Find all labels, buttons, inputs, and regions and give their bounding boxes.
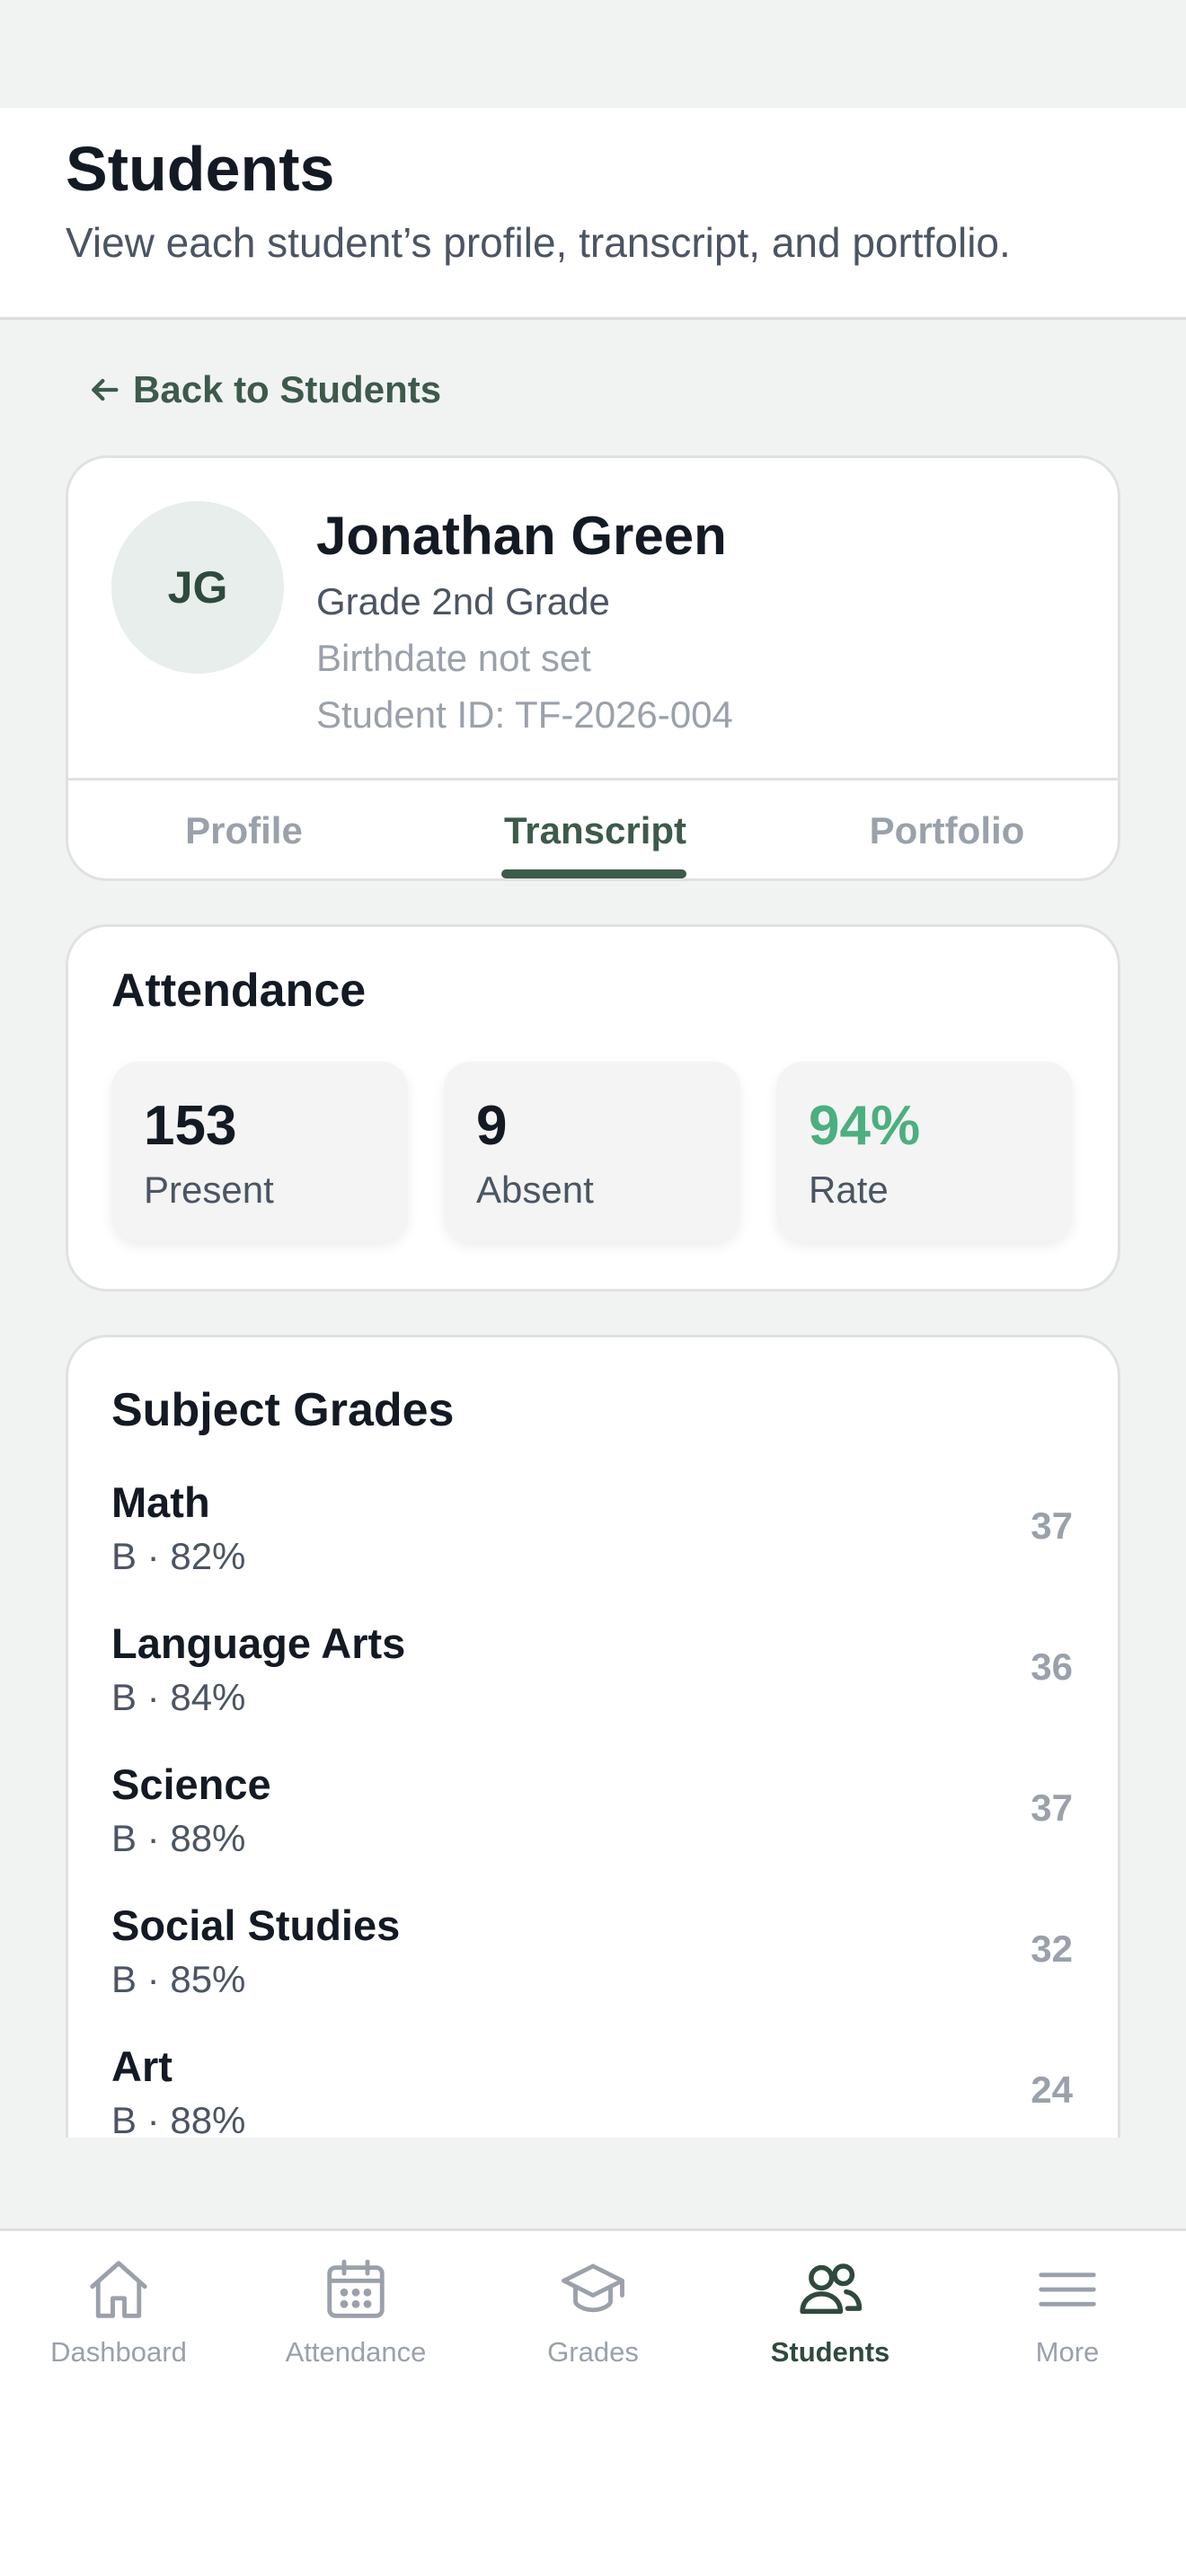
home-icon: [90, 2261, 147, 2318]
stat-value: 9: [476, 1095, 508, 1157]
nav-label: Students: [770, 2336, 890, 2368]
grade-count: 36: [1031, 1645, 1073, 1688]
grade-row[interactable]: Art B · 88% 24: [68, 2040, 1118, 2138]
student-name: Jonathan Green: [316, 506, 727, 566]
stat-absent: 9 Absent: [444, 1062, 740, 1241]
tab-portfolio[interactable]: Portfolio: [771, 781, 1118, 878]
nav-attendance[interactable]: Attendance: [237, 2249, 474, 2384]
nav-label: Attendance: [285, 2336, 427, 2368]
users-icon: [800, 2263, 863, 2315]
grade-detail: B · 85%: [111, 1958, 246, 2000]
stat-value: 94%: [809, 1095, 921, 1157]
grade-detail: B · 82%: [111, 1535, 246, 1577]
active-tab-indicator: [501, 869, 686, 878]
avatar: JG: [111, 501, 284, 674]
grade-row[interactable]: Social Studies B · 85% 32: [68, 1899, 1118, 2040]
nav-dashboard[interactable]: Dashboard: [0, 2249, 237, 2384]
attendance-title: Attendance: [111, 965, 367, 1017]
nav-label: Grades: [547, 2336, 639, 2368]
grade-subject: Art: [111, 2042, 173, 2090]
nav-label: Dashboard: [50, 2336, 187, 2368]
grade-row[interactable]: Science B · 88% 37: [68, 1758, 1118, 1899]
stat-label: Rate: [809, 1169, 889, 1211]
student-grade: Grade 2nd Grade: [316, 580, 610, 622]
page-header: Students View each student’s profile, tr…: [0, 108, 1186, 320]
student-id: Student ID: TF-2026-004: [316, 693, 733, 736]
grade-row[interactable]: Math B · 82% 37: [68, 1476, 1118, 1617]
nav-students[interactable]: Students: [712, 2249, 949, 2384]
bottom-tab-bar: Dashboard Attendance Grades Students Mor…: [0, 2228, 1186, 2576]
status-bar: [0, 0, 1186, 108]
grade-row[interactable]: Language Arts B · 84% 36: [68, 1617, 1118, 1758]
stat-rate: 94% Rate: [776, 1062, 1073, 1241]
student-birthdate: Birthdate not set: [316, 637, 591, 679]
stat-present: 153 Present: [111, 1062, 408, 1241]
grade-count: 24: [1031, 2069, 1073, 2111]
back-to-students-link[interactable]: Back to Students: [86, 363, 441, 417]
nav-more[interactable]: More: [949, 2249, 1186, 2384]
nav-grades[interactable]: Grades: [474, 2249, 712, 2384]
grade-count: 37: [1031, 1504, 1073, 1547]
grade-subject: Math: [111, 1478, 210, 1526]
grade-count: 32: [1031, 1928, 1073, 1970]
grade-subject: Social Studies: [111, 1901, 401, 1949]
grade-detail: B · 84%: [111, 1676, 246, 1718]
stat-label: Absent: [476, 1169, 594, 1211]
graduation-cap-icon: [562, 2263, 624, 2313]
grade-detail: B · 88%: [111, 1817, 246, 1859]
attendance-card: Attendance 153 Present 9 Absent 94% Rate: [66, 924, 1120, 1292]
calendar-icon: [327, 2259, 385, 2318]
grade-subject: Science: [111, 1760, 271, 1808]
arrow-left-icon: [92, 378, 119, 401]
stat-label: Present: [144, 1169, 274, 1211]
grade-subject: Language Arts: [111, 1619, 406, 1667]
tab-transcript[interactable]: Transcript: [420, 781, 771, 878]
menu-icon: [1039, 2272, 1096, 2307]
page-title: Students: [66, 134, 335, 204]
subject-grades-title: Subject Grades: [111, 1384, 455, 1436]
grade-count: 37: [1031, 1786, 1073, 1829]
subject-grades-card: Subject Grades Math B · 82% 37 Language …: [66, 1335, 1120, 2138]
page-subtitle: View each student’s profile, transcript,…: [66, 219, 1011, 266]
grade-detail: B · 88%: [111, 2099, 246, 2138]
back-link-label: Back to Students: [133, 368, 442, 410]
student-profile-card: JG Jonathan Green Grade 2nd Grade Birthd…: [66, 455, 1120, 881]
tab-profile[interactable]: Profile: [68, 781, 420, 878]
stat-value: 153: [144, 1095, 237, 1157]
nav-label: More: [1035, 2336, 1100, 2368]
